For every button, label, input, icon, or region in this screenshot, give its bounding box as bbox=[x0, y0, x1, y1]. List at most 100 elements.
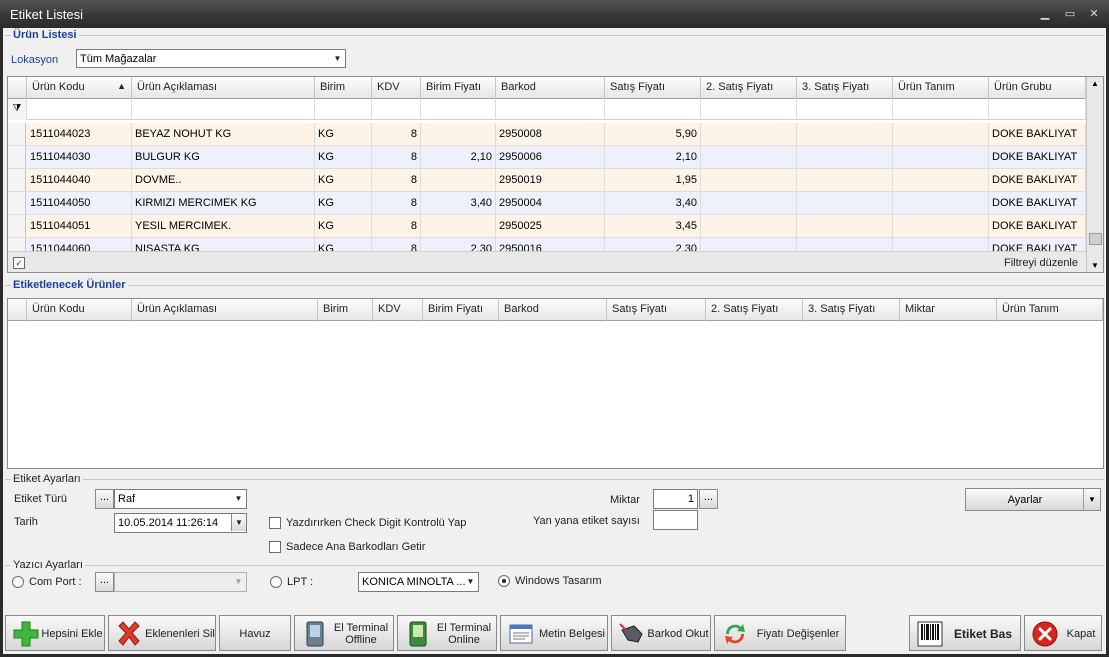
table-row[interactable]: 1511044050 KIRMIZI MERCIMEK KG KG 8 3,40 2950… bbox=[8, 192, 1086, 215]
cell-tanim[interactable] bbox=[893, 146, 989, 169]
header-birim[interactable]: Birim bbox=[315, 77, 372, 99]
table-row[interactable]: 1511044030 BULGUR KG KG 8 2,10 2950006 2,10 DOK… bbox=[8, 146, 1086, 169]
cell-satis2[interactable] bbox=[701, 238, 797, 251]
cell-barkod[interactable]: 2950019 bbox=[496, 169, 605, 192]
yan-yana-input[interactable] bbox=[653, 510, 698, 530]
cell-aciklama[interactable]: YESIL MERCIMEK. bbox=[132, 215, 315, 238]
etiket-turu-select[interactable]: Raf ▼ bbox=[114, 489, 247, 509]
cell-satis[interactable]: 2,10 bbox=[605, 146, 701, 169]
miktar-browse-button[interactable]: ... bbox=[699, 489, 718, 509]
cell-grup[interactable]: DOKE BAKLIYAT bbox=[989, 146, 1086, 169]
header-birim-fiyati[interactable]: Birim Fiyatı bbox=[421, 77, 496, 99]
el-terminal-offline-button[interactable]: El Terminal Offline bbox=[294, 615, 394, 651]
filter-cell[interactable] bbox=[421, 99, 496, 120]
row-indicator[interactable] bbox=[8, 169, 26, 191]
row-indicator[interactable] bbox=[8, 238, 26, 251]
header-satis-fiyati-2[interactable]: 2. Satış Fiyatı bbox=[701, 77, 797, 99]
cell-kdv[interactable]: 8 bbox=[372, 238, 421, 251]
cell-kod[interactable]: 1511044040 bbox=[27, 169, 132, 192]
etiket-turu-browse-button[interactable]: ... bbox=[95, 489, 114, 509]
filter-cell[interactable] bbox=[989, 99, 1086, 120]
chevron-down-icon[interactable]: ▼ bbox=[231, 573, 246, 590]
header-barkod[interactable]: Barkod bbox=[496, 77, 605, 99]
cell-kdv[interactable]: 8 bbox=[372, 123, 421, 146]
metin-belgesi-button[interactable]: Metin Belgesi bbox=[500, 615, 608, 651]
table-row[interactable]: 1511044051 YESIL MERCIMEK. KG 8 2950025 3,45 D… bbox=[8, 215, 1086, 238]
cell-kod[interactable]: 1511044060 bbox=[27, 238, 132, 251]
filter-enable-checkbox[interactable]: ✓ bbox=[13, 257, 25, 269]
header2-satis-fiyati-2[interactable]: 2. Satış Fiyatı bbox=[706, 299, 803, 321]
filter-cell[interactable] bbox=[315, 99, 372, 120]
grid-scrollbar[interactable]: ▲ ▼ bbox=[1086, 77, 1103, 272]
cell-aciklama[interactable]: DOVME.. bbox=[132, 169, 315, 192]
row-indicator[interactable] bbox=[8, 123, 26, 145]
check-digit-checkbox[interactable] bbox=[269, 517, 281, 529]
com-port-select[interactable]: ▼ bbox=[114, 572, 247, 592]
header-kdv[interactable]: KDV bbox=[372, 77, 421, 99]
cell-satis[interactable]: 3,40 bbox=[605, 192, 701, 215]
header2-barkod[interactable]: Barkod bbox=[499, 299, 607, 321]
cell-satis2[interactable] bbox=[701, 123, 797, 146]
cell-aciklama[interactable]: BULGUR KG bbox=[132, 146, 315, 169]
chevron-down-icon[interactable]: ▼ bbox=[231, 514, 246, 531]
cell-birim-fiyat[interactable] bbox=[421, 215, 496, 238]
row-indicator[interactable] bbox=[8, 146, 26, 168]
cell-birim-fiyat[interactable] bbox=[421, 123, 496, 146]
header2-urun-tanim[interactable]: Ürün Tanım bbox=[997, 299, 1103, 321]
cell-satis2[interactable] bbox=[701, 215, 797, 238]
cell-birim-fiyat[interactable]: 3,40 bbox=[421, 192, 496, 215]
filter-cell[interactable] bbox=[496, 99, 605, 120]
cell-barkod[interactable]: 2950006 bbox=[496, 146, 605, 169]
cell-kod[interactable]: 1511044050 bbox=[27, 192, 132, 215]
cell-satis3[interactable] bbox=[797, 123, 893, 146]
header2-birim-fiyati[interactable]: Birim Fiyatı bbox=[423, 299, 499, 321]
cell-birim[interactable]: KG bbox=[315, 238, 372, 251]
header2-satis-fiyati-3[interactable]: 3. Satış Fiyatı bbox=[803, 299, 900, 321]
cell-grup[interactable]: DOKE BAKLIYAT bbox=[989, 238, 1086, 251]
cell-satis[interactable]: 1,95 bbox=[605, 169, 701, 192]
etiket-bas-button[interactable]: Etiket Bas bbox=[909, 615, 1021, 651]
miktar-input[interactable]: 1 bbox=[653, 489, 698, 509]
windows-tasarim-radio[interactable] bbox=[498, 575, 510, 587]
cell-barkod[interactable]: 2950004 bbox=[496, 192, 605, 215]
filter-cell[interactable] bbox=[701, 99, 797, 120]
cell-satis2[interactable] bbox=[701, 146, 797, 169]
table-row[interactable]: 1511044040 DOVME.. KG 8 2950019 1,95 DOKE BAKL… bbox=[8, 169, 1086, 192]
header2-urun-kodu[interactable]: Ürün Kodu bbox=[27, 299, 132, 321]
cell-barkod[interactable]: 2950008 bbox=[496, 123, 605, 146]
filter-cell[interactable] bbox=[605, 99, 701, 120]
cell-birim-fiyat[interactable]: 2,10 bbox=[421, 146, 496, 169]
chevron-down-icon[interactable]: ▼ bbox=[1083, 489, 1100, 510]
cell-birim-fiyat[interactable] bbox=[421, 169, 496, 192]
cell-tanim[interactable] bbox=[893, 169, 989, 192]
eklenenleri-sil-button[interactable]: Eklenenleri Sil bbox=[108, 615, 216, 651]
chevron-down-icon[interactable]: ▼ bbox=[463, 573, 478, 590]
minimize-icon[interactable]: ▁ bbox=[1036, 6, 1054, 22]
cell-birim[interactable]: KG bbox=[315, 169, 372, 192]
cell-grup[interactable]: DOKE BAKLIYAT bbox=[989, 123, 1086, 146]
cell-birim[interactable]: KG bbox=[315, 215, 372, 238]
header-satis-fiyati-3[interactable]: 3. Satış Fiyatı bbox=[797, 77, 893, 99]
filter-cell[interactable] bbox=[27, 99, 132, 120]
close-icon[interactable]: ✕ bbox=[1085, 6, 1103, 22]
cell-tanim[interactable] bbox=[893, 192, 989, 215]
cell-satis[interactable]: 3,45 bbox=[605, 215, 701, 238]
cell-birim-fiyat[interactable]: 2,30 bbox=[421, 238, 496, 251]
havuz-button[interactable]: Havuz bbox=[219, 615, 291, 651]
table-row[interactable]: 1511044060 NISASTA KG KG 8 2,30 2950016 2,30 DO… bbox=[8, 238, 1086, 251]
header-urun-kodu[interactable]: Ürün Kodu ▲ bbox=[27, 77, 132, 99]
cell-birim[interactable]: KG bbox=[315, 146, 372, 169]
cell-aciklama[interactable]: NISASTA KG bbox=[132, 238, 315, 251]
barkod-okut-button[interactable]: Barkod Okut bbox=[611, 615, 711, 651]
header-urun-grubu[interactable]: Ürün Grubu bbox=[989, 77, 1086, 99]
cell-grup[interactable]: DOKE BAKLIYAT bbox=[989, 169, 1086, 192]
cell-satis[interactable]: 5,90 bbox=[605, 123, 701, 146]
cell-satis3[interactable] bbox=[797, 215, 893, 238]
cell-kod[interactable]: 1511044023 bbox=[27, 123, 132, 146]
filter-cell[interactable] bbox=[372, 99, 421, 120]
cell-satis3[interactable] bbox=[797, 238, 893, 251]
com-port-radio[interactable] bbox=[12, 576, 24, 588]
cell-aciklama[interactable]: BEYAZ NOHUT KG bbox=[132, 123, 315, 146]
cell-barkod[interactable]: 2950016 bbox=[496, 238, 605, 251]
cell-kod[interactable]: 1511044051 bbox=[27, 215, 132, 238]
